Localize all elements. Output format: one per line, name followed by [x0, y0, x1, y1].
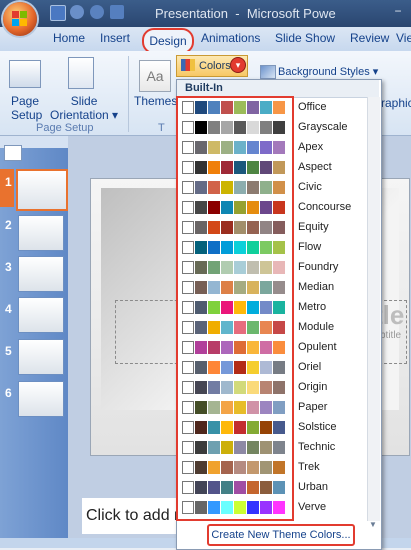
theme-color-name[interactable]: Verve [298, 501, 326, 513]
theme-color-name[interactable]: Apex [298, 141, 323, 153]
theme-color-name[interactable]: Civic [298, 181, 322, 193]
scroll-down-icon[interactable]: ▼ [368, 520, 378, 529]
themes-group-label: T [158, 122, 165, 134]
slide-orientation-icon [68, 57, 94, 89]
theme-color-name[interactable]: Technic [298, 441, 335, 453]
theme-color-name[interactable]: Trek [298, 461, 320, 473]
undo-icon[interactable] [70, 5, 84, 19]
create-new-theme-colors-button[interactable]: Create New Theme Colors... [207, 524, 355, 546]
subtitle-placeholder-text: btitle [380, 330, 402, 341]
slide-number: 3 [5, 260, 12, 274]
theme-color-name[interactable]: Office [298, 101, 327, 113]
theme-color-name[interactable]: Paper [298, 401, 327, 413]
window-title: Presentation - Microsoft Powe [155, 6, 336, 21]
theme-color-name[interactable]: Foundry [298, 261, 338, 273]
background-styles-label: Background Styles [278, 66, 370, 78]
page-setup-button[interactable]: Page Setup [11, 94, 42, 122]
theme-color-name[interactable]: Flow [298, 241, 321, 253]
chevron-down-icon: ▾ [112, 108, 119, 122]
office-logo-icon [12, 11, 28, 27]
slide-number: 1 [5, 175, 12, 189]
theme-color-name[interactable]: Oriel [298, 361, 321, 373]
tab-animations[interactable]: Animations [201, 31, 260, 45]
notes-placeholder[interactable]: Click to add n [82, 498, 186, 534]
customize-qat-icon[interactable] [110, 5, 124, 19]
theme-color-name[interactable]: Opulent [298, 341, 337, 353]
page-setup-label-1: Page [11, 94, 40, 108]
minimize-button[interactable]: − [390, 4, 406, 20]
theme-color-name[interactable]: Module [298, 321, 334, 333]
group-divider [128, 56, 129, 132]
app-name: Microsoft Powe [246, 6, 336, 21]
slide-thumbnail[interactable] [16, 169, 68, 211]
swatch-highlight-box [176, 96, 294, 521]
theme-color-name[interactable]: Median [298, 281, 334, 293]
office-button[interactable] [3, 2, 37, 36]
themes-icon: Aa [139, 60, 171, 92]
theme-color-name[interactable]: Metro [298, 301, 326, 313]
theme-color-name[interactable]: Aspect [298, 161, 332, 173]
slide-number: 2 [5, 218, 12, 232]
page-setup-group-label: Page Setup [36, 122, 94, 134]
theme-color-name[interactable]: Solstice [298, 421, 337, 433]
page-setup-icon [9, 60, 41, 88]
slide-thumbnail[interactable] [18, 297, 64, 333]
hide-background-graphics[interactable]: raphic [381, 96, 411, 110]
tab-home[interactable]: Home [53, 31, 85, 45]
slide-number: 4 [5, 302, 12, 316]
theme-color-name[interactable]: Equity [298, 221, 329, 233]
slide-number: 5 [5, 344, 12, 358]
save-icon[interactable] [50, 5, 66, 21]
chevron-down-icon[interactable]: ▾ [230, 57, 246, 73]
tab-insert[interactable]: Insert [100, 31, 130, 45]
background-styles-icon [260, 65, 276, 79]
theme-color-name[interactable]: Origin [298, 381, 327, 393]
redo-icon[interactable] [90, 5, 104, 19]
dropdown-scrollbar[interactable] [367, 97, 380, 521]
slides-tab-icon[interactable] [4, 145, 22, 161]
colors-icon [181, 59, 195, 71]
theme-color-name[interactable]: Concourse [298, 201, 351, 213]
chevron-down-icon: ▾ [372, 66, 379, 78]
theme-color-name[interactable]: Urban [298, 481, 328, 493]
slide-number: 6 [5, 386, 12, 400]
slide-orientation-label-1: Slide [70, 94, 98, 108]
slide-thumbnail[interactable] [18, 381, 64, 417]
slide-thumbnail[interactable] [18, 215, 64, 251]
themes-button[interactable]: Themes [134, 94, 177, 108]
tab-view[interactable]: Vie [396, 31, 411, 45]
title-separator: - [235, 6, 240, 21]
colors-button-label: Colors [199, 60, 231, 72]
theme-color-name[interactable]: Grayscale [298, 121, 348, 133]
slide-thumbnail[interactable] [18, 339, 64, 375]
tab-slide-show[interactable]: Slide Show [275, 31, 335, 45]
slide-orientation-label-2: Orientation [50, 108, 109, 122]
background-styles-button[interactable]: Background Styles ▾ [278, 65, 378, 78]
slide-orientation-button[interactable]: Slide Orientation ▾ [50, 94, 118, 122]
tab-review[interactable]: Review [350, 31, 389, 45]
document-name: Presentation [155, 6, 228, 21]
page-setup-label-2: Setup [11, 108, 43, 122]
slide-thumbnail[interactable] [18, 256, 64, 292]
